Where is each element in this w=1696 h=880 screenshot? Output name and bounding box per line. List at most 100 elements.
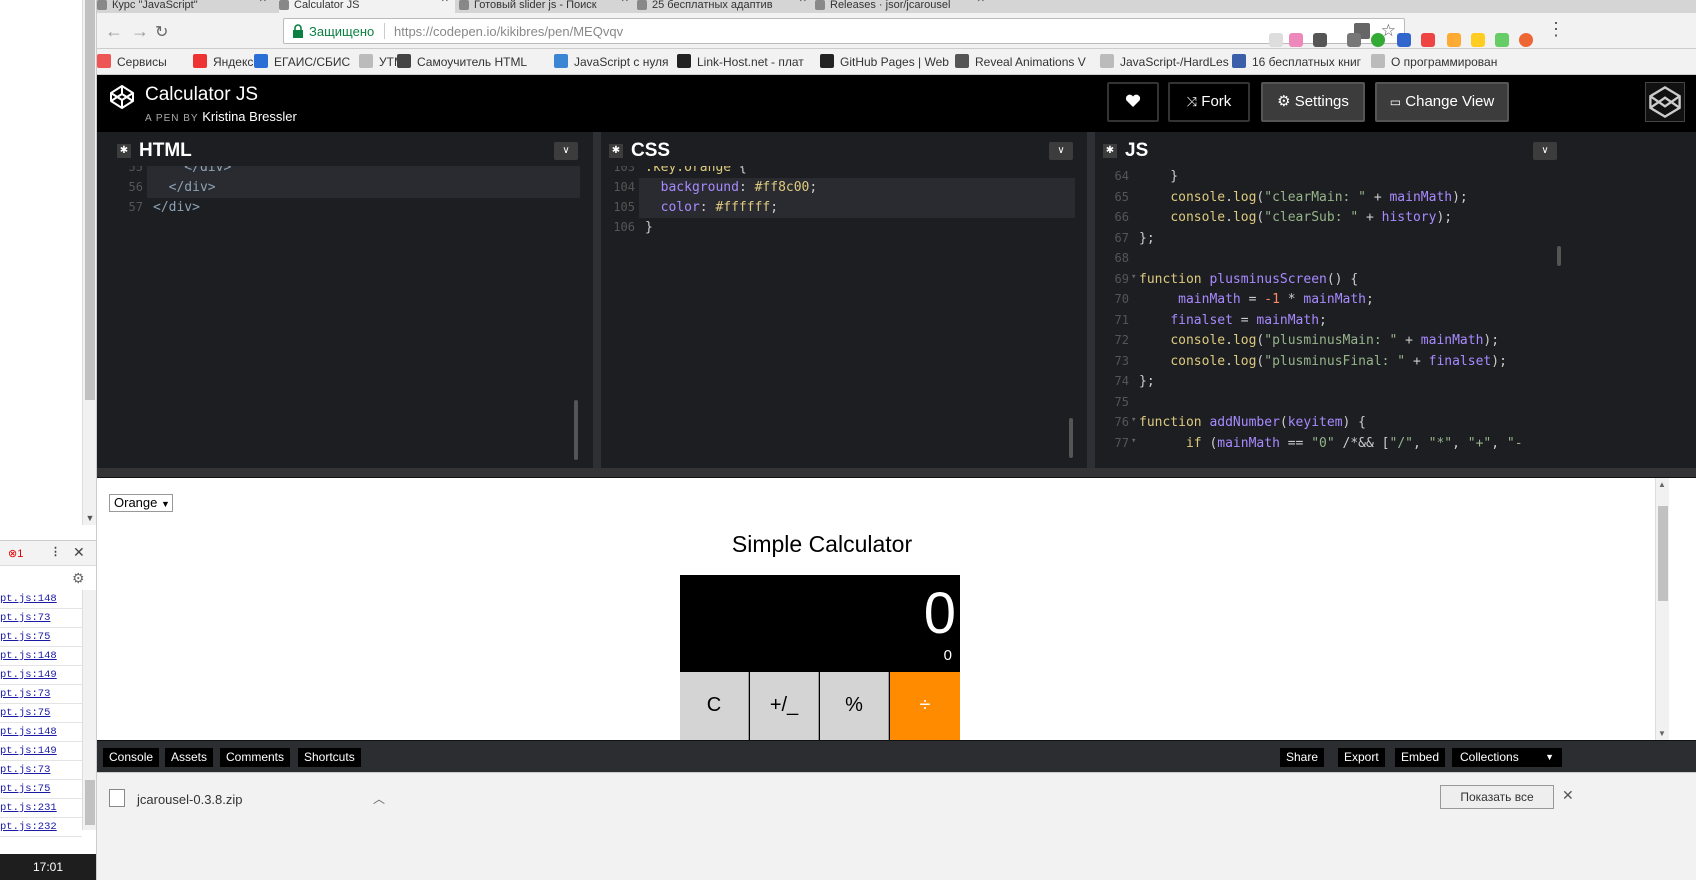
extension-icon[interactable] (1471, 33, 1485, 47)
bookmark-item[interactable]: Link-Host.net - плат (677, 54, 804, 69)
console-source-link[interactable]: pt.js:73 (0, 685, 82, 704)
editor-resizer[interactable] (1087, 132, 1095, 468)
forward-icon[interactable]: → (131, 21, 149, 42)
close-icon[interactable]: ✕ (977, 0, 985, 5)
preview-resizer[interactable] (97, 468, 1696, 478)
close-icon[interactable]: ✕ (1562, 787, 1574, 804)
show-all-button[interactable]: Показать все (1440, 785, 1554, 809)
scrollbar-thumb[interactable] (85, 0, 95, 400)
extension-icon[interactable] (1447, 33, 1461, 47)
devtools-scrollbar[interactable]: ▼ (82, 0, 96, 525)
embed-button[interactable]: Embed (1395, 748, 1446, 767)
code-area[interactable]: 103 .key.orange {▾ 104 background: #ff8c00… (601, 166, 1081, 468)
extension-icon[interactable] (1289, 33, 1303, 47)
gear-icon[interactable]: ⚙ (72, 570, 85, 587)
browser-tab[interactable]: Готовый slider js - Поиск ✕ (459, 0, 635, 13)
scrollbar-thumb[interactable] (85, 780, 95, 825)
scroll-down-arrow[interactable]: ▼ (1658, 729, 1666, 738)
bookmark-item[interactable]: Reveal Animations V (955, 54, 1086, 69)
chevron-down-icon[interactable]: ∨ (1533, 142, 1557, 160)
export-button[interactable]: Export (1338, 748, 1385, 767)
console-button[interactable]: Console (103, 748, 160, 767)
editor-scrollbar[interactable] (574, 400, 578, 460)
browser-tab[interactable]: Курс "JavaScript" ✕ (97, 0, 273, 13)
console-source-link[interactable]: pt.js:149 (0, 742, 82, 761)
editor-scrollbar[interactable] (1557, 246, 1561, 266)
divide-key[interactable]: ÷ (890, 672, 960, 740)
shortcuts-button[interactable]: Shortcuts (298, 748, 361, 767)
gear-icon[interactable]: ✱ (1103, 144, 1117, 158)
console-source-link[interactable]: pt.js:148 (0, 647, 82, 666)
browser-tab[interactable]: 25 бесплатных адаптив ✕ (637, 0, 813, 13)
codepen-logo-icon[interactable] (109, 84, 135, 110)
console-source-link[interactable]: pt.js:232 (0, 818, 82, 837)
gear-icon[interactable]: ✱ (117, 144, 131, 158)
close-icon[interactable]: ✕ (259, 0, 267, 5)
code-area[interactable]: 55 </div> 56 </div> 57 </div> (109, 166, 586, 468)
author-link[interactable]: Kristina Bressler (202, 109, 297, 124)
user-avatar[interactable] (1645, 82, 1685, 122)
code-area[interactable]: 64 } 65 console.log("clearMain: " + mainM… (1095, 166, 1565, 468)
console-source-link[interactable]: pt.js:75 (0, 780, 82, 799)
browser-tab[interactable]: Releases · jsor/jcarousel ✕ (815, 0, 991, 13)
comments-button[interactable]: Comments (220, 748, 291, 767)
bookmark-item[interactable]: GitHub Pages | Web (820, 54, 949, 69)
editor-resizer[interactable] (593, 132, 601, 468)
plusminus-key[interactable]: +/_ (750, 672, 819, 740)
scroll-up-arrow[interactable]: ▲ (1658, 480, 1666, 489)
scrollbar-thumb[interactable] (1658, 506, 1668, 601)
more-options-icon[interactable]: ⋮ (50, 545, 61, 558)
bookmark-item[interactable]: Сервисы (97, 54, 167, 69)
fold-arrow-icon[interactable]: ▾ (1131, 272, 1136, 282)
console-source-link[interactable]: pt.js:73 (0, 609, 82, 628)
console-scrollbar[interactable] (82, 590, 96, 830)
chevron-down-icon[interactable]: ∨ (1049, 142, 1073, 160)
settings-button[interactable]: ⚙ Settings (1261, 82, 1365, 122)
extension-icon[interactable] (1269, 33, 1283, 47)
pen-title[interactable]: Calculator JS (145, 84, 258, 106)
console-source-link[interactable]: pt.js:75 (0, 628, 82, 647)
bookmark-item[interactable]: JavaScript с нуля (554, 54, 669, 69)
clear-key[interactable]: C (680, 672, 749, 740)
bookmark-item[interactable]: 16 бесплатных книг (1232, 54, 1361, 69)
console-source-link[interactable]: pt.js:148 (0, 723, 82, 742)
extension-icon[interactable] (1371, 33, 1385, 47)
browser-tab[interactable]: Calculator JS ✕ (279, 0, 455, 13)
fold-arrow-icon[interactable]: ▾ (1131, 415, 1136, 425)
collections-dropdown[interactable]: Collections ▼ (1452, 748, 1562, 767)
gear-icon[interactable]: ✱ (609, 144, 623, 158)
close-icon[interactable]: ✕ (73, 544, 85, 561)
bookmark-item[interactable]: Яндекс (193, 54, 253, 69)
chevron-up-icon[interactable]: ︿ (373, 790, 385, 807)
bookmark-item[interactable]: Самоучитель HTML (397, 54, 527, 69)
menu-icon[interactable]: ⋮ (1547, 19, 1565, 40)
back-icon[interactable]: ← (105, 21, 123, 42)
console-source-link[interactable]: pt.js:231 (0, 799, 82, 818)
console-source-link[interactable]: pt.js:148 (0, 590, 82, 609)
console-source-link[interactable]: pt.js:75 (0, 704, 82, 723)
bookmark-item[interactable]: JavaScript-/HardLes (1100, 54, 1229, 69)
download-item[interactable]: jcarousel-0.3.8.zip (109, 787, 299, 813)
extension-icon[interactable] (1421, 33, 1435, 47)
url-text[interactable]: https://codepen.io/kikibres/pen/MEQvqv (394, 24, 623, 39)
extension-icon[interactable] (1495, 33, 1509, 47)
close-icon[interactable]: ✕ (441, 0, 449, 5)
extension-icon[interactable] (1397, 33, 1411, 47)
editor-scrollbar[interactable] (1069, 418, 1073, 458)
bookmark-item[interactable]: О программирован (1371, 54, 1497, 69)
extension-icon[interactable] (1313, 33, 1327, 47)
extension-icon[interactable] (1519, 33, 1533, 47)
console-source-link[interactable]: pt.js:73 (0, 761, 82, 780)
omnibox[interactable]: Защищено https://codepen.io/kikibres/pen… (283, 18, 1405, 44)
heart-button[interactable] (1107, 82, 1159, 122)
close-icon[interactable]: ✕ (799, 0, 807, 5)
preview-scrollbar[interactable]: ▲ ▼ (1655, 478, 1669, 740)
fold-arrow-icon[interactable]: ▾ (637, 166, 642, 170)
close-icon[interactable]: ✕ (621, 0, 629, 5)
error-badge[interactable]: ⊗1 (8, 547, 23, 560)
change-view-button[interactable]: ▭ Change View (1375, 82, 1509, 122)
console-source-link[interactable]: pt.js:149 (0, 666, 82, 685)
theme-select[interactable]: Orange ▼ (109, 494, 173, 512)
extension-icon[interactable] (1347, 33, 1361, 47)
reload-icon[interactable]: ↻ (155, 22, 168, 42)
